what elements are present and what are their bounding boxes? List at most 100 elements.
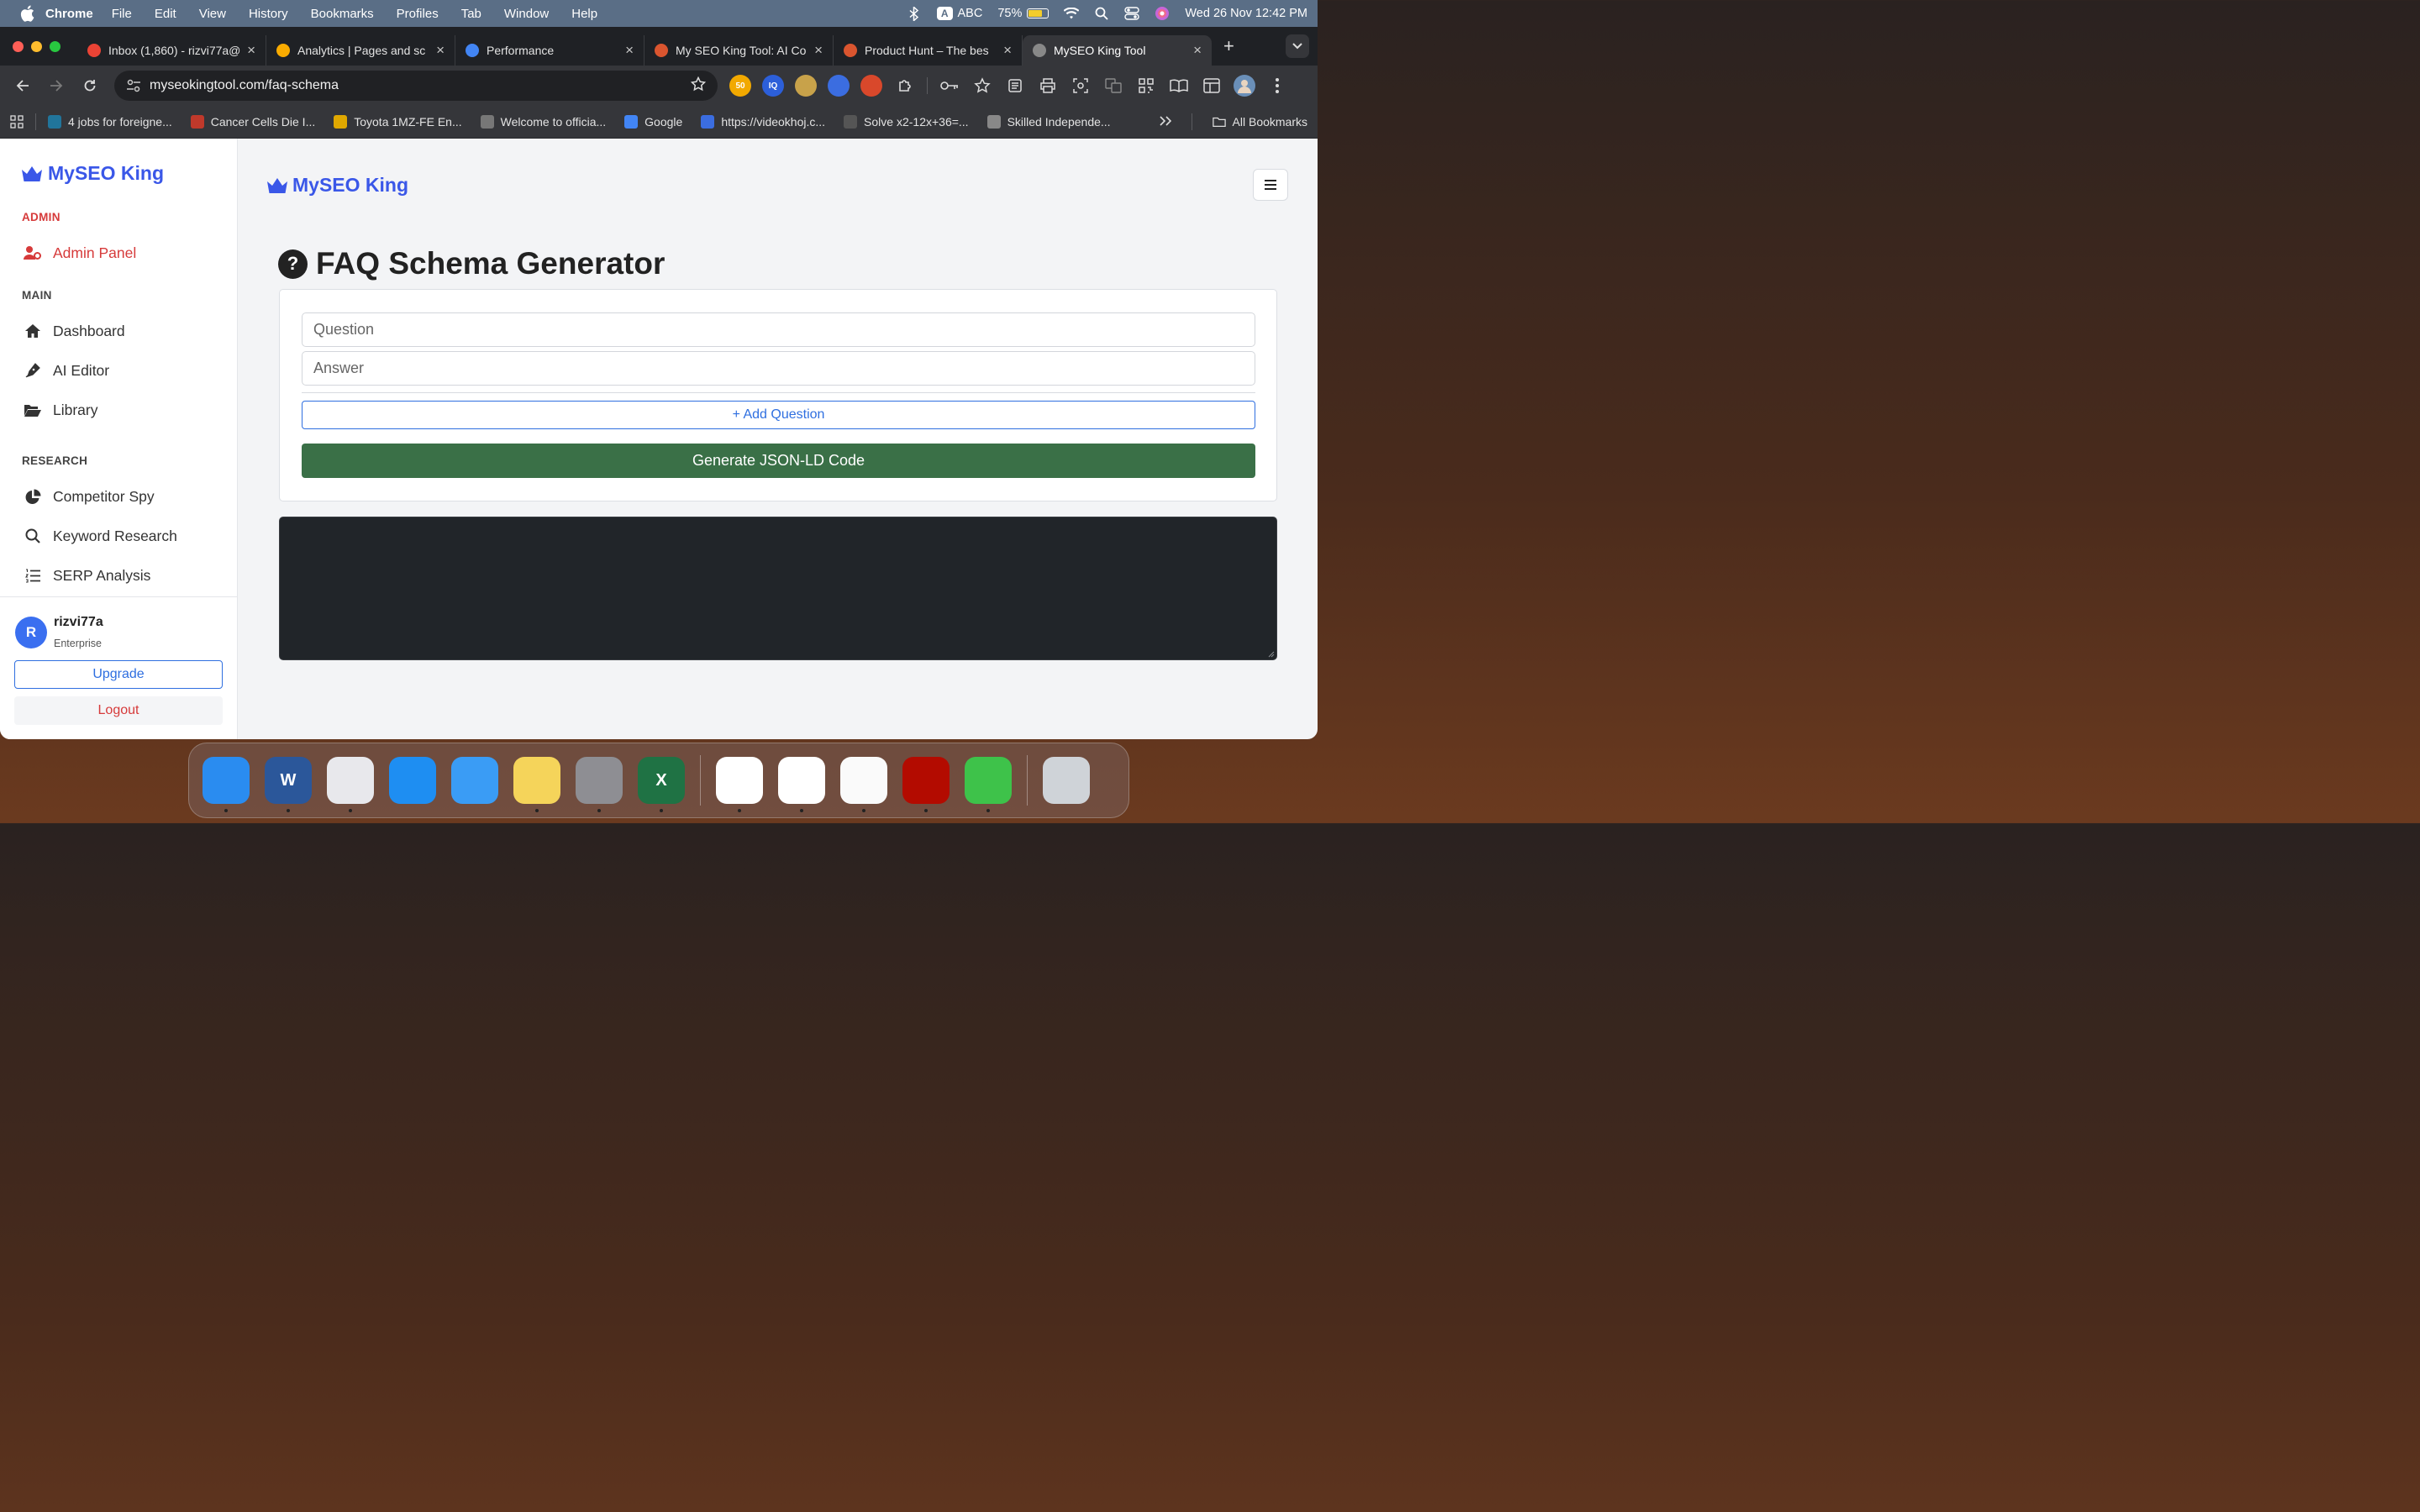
browser-tab[interactable]: Analytics | Pages and sc ×	[266, 35, 455, 66]
chrome-menu-icon[interactable]	[1266, 75, 1288, 97]
browser-tab[interactable]: Product Hunt – The bes ×	[834, 35, 1023, 66]
menu-bookmarks[interactable]: Bookmarks	[311, 7, 374, 21]
safari-icon[interactable]	[389, 757, 436, 804]
menu-help[interactable]: Help	[571, 7, 597, 21]
vscode-icon[interactable]	[778, 757, 825, 812]
textedit-icon[interactable]	[840, 757, 887, 812]
browser-tab[interactable]: Inbox (1,860) - rizvi77a@ ×	[77, 35, 266, 66]
tab-search-button[interactable]	[1286, 34, 1309, 58]
siri-icon[interactable]	[1155, 6, 1170, 21]
bookmark-item[interactable]: Skilled Independe...	[986, 115, 1111, 129]
acrobat-icon[interactable]	[902, 757, 950, 812]
favorites-star-icon[interactable]	[971, 75, 993, 97]
extension-icon[interactable]	[795, 75, 817, 97]
bookmark-item[interactable]: Cancer Cells Die I...	[190, 115, 315, 129]
bookmark-item[interactable]: Welcome to officia...	[480, 115, 606, 129]
all-bookmarks-button[interactable]: All Bookmarks	[1212, 115, 1307, 129]
print-icon[interactable]	[1037, 75, 1059, 97]
menu-file[interactable]: File	[112, 7, 132, 21]
minimize-window-button[interactable]	[31, 40, 42, 52]
finder-icon[interactable]	[203, 757, 250, 812]
notes-icon[interactable]	[513, 757, 560, 812]
browser-tab[interactable]: My SEO King Tool: AI Co ×	[644, 35, 834, 66]
bookmark-star-icon[interactable]	[690, 76, 707, 96]
sidebar-item-competitor-spy[interactable]: Competitor Spy	[24, 487, 155, 506]
menu-tab[interactable]: Tab	[461, 7, 481, 21]
resize-handle-icon[interactable]	[1266, 649, 1275, 658]
menu-bar-clock[interactable]: Wed 26 Nov 12:42 PM	[1185, 7, 1307, 20]
browser-tab[interactable]: Performance ×	[455, 35, 644, 66]
menu-app-name[interactable]: Chrome	[45, 7, 93, 21]
extension-icon[interactable]: 50	[729, 75, 751, 97]
forward-button[interactable]	[44, 73, 69, 98]
control-center-icon[interactable]	[1124, 6, 1140, 21]
screenshot-icon[interactable]	[1070, 75, 1092, 97]
answer-input[interactable]	[302, 351, 1255, 386]
reading-list-icon[interactable]	[1004, 75, 1026, 97]
wifi-icon[interactable]	[1064, 6, 1080, 21]
address-bar[interactable]: myseokingtool.com/faq-schema	[114, 71, 718, 101]
bookmarks-overflow-icon[interactable]	[1159, 115, 1171, 129]
launchpad-icon[interactable]	[327, 757, 374, 812]
mail-icon[interactable]	[451, 757, 498, 804]
add-question-button[interactable]: + Add Question	[302, 401, 1255, 429]
translate-icon[interactable]	[1102, 75, 1124, 97]
logout-button[interactable]: Logout	[14, 696, 223, 725]
bookmark-item[interactable]: Solve x2-12x+36=...	[844, 115, 969, 129]
battery-status[interactable]: 75%	[997, 7, 1050, 20]
close-tab-icon[interactable]: ×	[1003, 42, 1012, 59]
menu-view[interactable]: View	[199, 7, 226, 21]
sidebar-item-dashboard[interactable]: Dashboard	[24, 322, 125, 340]
site-settings-icon[interactable]	[126, 78, 141, 93]
menu-profiles[interactable]: Profiles	[397, 7, 439, 21]
extension-icon[interactable]: IQ	[762, 75, 784, 97]
jsonld-output-textarea[interactable]	[279, 517, 1277, 660]
close-window-button[interactable]	[13, 40, 24, 52]
zoom-window-button[interactable]	[50, 40, 60, 52]
sidebar-item-ai-editor[interactable]: AI Editor	[24, 361, 109, 380]
puzzle-extensions-icon[interactable]	[894, 75, 916, 97]
word-icon[interactable]: W	[265, 757, 312, 812]
apple-icon[interactable]	[18, 5, 35, 22]
trash-icon[interactable]	[1043, 757, 1090, 804]
sidebar-item-serp-analysis[interactable]: SERP Analysis	[24, 566, 150, 585]
back-button[interactable]	[10, 73, 35, 98]
extension-icon[interactable]	[828, 75, 850, 97]
avatar[interactable]: R	[15, 617, 47, 648]
menu-edit[interactable]: Edit	[155, 7, 176, 21]
settings-icon[interactable]	[576, 757, 623, 812]
close-tab-icon[interactable]: ×	[625, 42, 634, 59]
header-brand[interactable]: MySEO King	[266, 174, 408, 197]
close-tab-icon[interactable]: ×	[1193, 42, 1202, 59]
extension-icon[interactable]	[860, 75, 882, 97]
spotlight-search-icon[interactable]	[1094, 6, 1109, 21]
sidebar-brand[interactable]: MySEO King	[21, 162, 164, 185]
close-tab-icon[interactable]: ×	[247, 42, 255, 59]
new-tab-button[interactable]: +	[1223, 35, 1234, 57]
excel-icon[interactable]: X	[638, 757, 685, 812]
sidebar-item-admin-panel[interactable]: Admin Panel	[24, 244, 136, 262]
apps-grid-icon[interactable]	[10, 115, 24, 129]
upgrade-button[interactable]: Upgrade	[14, 660, 223, 689]
sidebar-item-library[interactable]: Library	[24, 401, 98, 419]
menu-history[interactable]: History	[249, 7, 288, 21]
bookmark-item[interactable]: https://videokhoj.c...	[701, 115, 825, 129]
question-input[interactable]	[302, 312, 1255, 347]
side-panel-icon[interactable]	[1201, 75, 1223, 97]
generate-jsonld-button[interactable]: Generate JSON-LD Code	[302, 444, 1255, 478]
reload-button[interactable]	[77, 73, 103, 98]
close-tab-icon[interactable]: ×	[814, 42, 823, 59]
bluetooth-icon[interactable]	[907, 6, 922, 21]
menu-window[interactable]: Window	[504, 7, 549, 21]
numbers-icon[interactable]	[965, 757, 1012, 812]
browser-tab[interactable]: MySEO King Tool ×	[1023, 35, 1212, 66]
close-tab-icon[interactable]: ×	[436, 42, 445, 59]
bookmark-item[interactable]: 4 jobs for foreigne...	[48, 115, 172, 129]
sidebar-item-keyword-research[interactable]: Keyword Research	[24, 527, 177, 545]
menu-toggle-button[interactable]	[1253, 169, 1288, 201]
qr-code-icon[interactable]	[1135, 75, 1157, 97]
reading-mode-icon[interactable]	[1168, 75, 1190, 97]
input-source[interactable]: A ABC	[936, 7, 982, 20]
bookmark-item[interactable]: Toyota 1MZ-FE En...	[334, 115, 462, 129]
bookmark-item[interactable]: Google	[624, 115, 682, 129]
